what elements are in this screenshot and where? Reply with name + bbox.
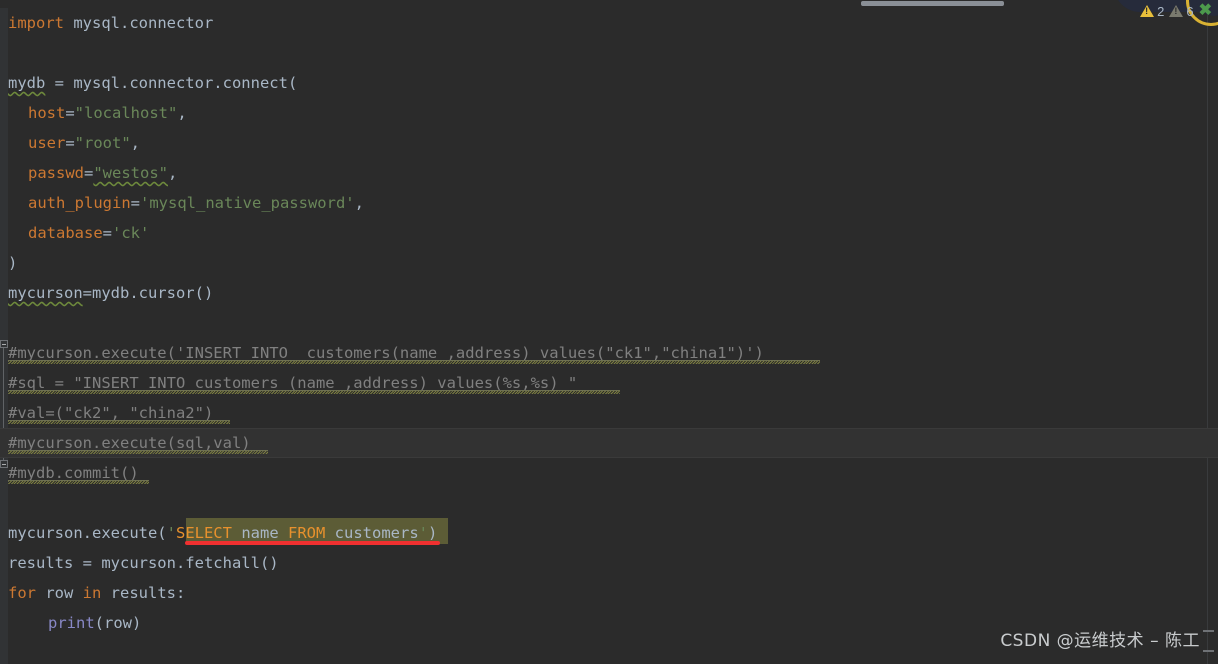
code-token: name — [241, 524, 279, 542]
comment-squiggle — [8, 421, 230, 424]
code-line[interactable]: results = mycurson.fetchall() — [8, 548, 279, 578]
code-token: "westos" — [93, 164, 168, 182]
weak-warning-group[interactable]: 6 — [1169, 3, 1194, 19]
code-token: mydb — [8, 74, 46, 92]
red-annotation-underline — [185, 541, 440, 545]
code-token: "root" — [74, 134, 131, 152]
code-line[interactable]: ) — [8, 248, 17, 278]
code-token: = mysql.connector.connect( — [45, 74, 298, 92]
code-token: (row) — [94, 614, 142, 632]
code-line[interactable]: print(row) — [48, 608, 141, 638]
code-token: = — [84, 164, 94, 182]
code-token: , — [130, 134, 141, 152]
code-line[interactable]: database='ck' — [28, 218, 149, 248]
code-token: customers — [334, 524, 419, 542]
code-token: =mydb.cursor() — [82, 284, 214, 302]
comment-squiggle — [8, 451, 268, 454]
weak-warning-triangle-icon — [1169, 5, 1184, 17]
code-token: 'ck' — [112, 224, 150, 242]
code-token: ' — [418, 524, 429, 542]
comment-squiggle — [8, 481, 149, 484]
code-token: row — [36, 584, 83, 602]
code-token: for — [8, 584, 36, 602]
code-token: passwd — [28, 164, 84, 182]
code-token: results = mycurson.fetchall() — [8, 554, 279, 572]
weak-warning-count: 6 — [1186, 3, 1194, 19]
code-token: import — [8, 14, 64, 32]
code-editor[interactable]: import mysql.connector mydb = mysql.conne… — [0, 0, 1218, 664]
code-text-area[interactable]: import mysql.connector mydb = mysql.conne… — [0, 0, 1218, 664]
code-token: ) — [428, 524, 438, 542]
code-token: = — [65, 134, 75, 152]
code-line[interactable]: host="localhost", — [28, 98, 187, 128]
warning-triangle-icon — [1140, 5, 1155, 17]
code-token: host — [28, 104, 66, 122]
code-token: database — [28, 224, 103, 242]
code-token: = — [130, 194, 140, 212]
code-token: , — [177, 104, 187, 122]
code-line[interactable]: for row in results: — [8, 578, 185, 608]
code-token: user — [28, 134, 66, 152]
checkmark-icon[interactable]: ✖ — [1199, 3, 1212, 19]
code-token: ' — [166, 524, 176, 542]
code-token: mycurson.execute( — [8, 524, 167, 542]
scrollbar-tick-mark — [1203, 630, 1214, 632]
code-line[interactable]: passwd="westos", — [28, 158, 177, 188]
code-token: FROM — [288, 524, 326, 542]
code-token: mysql.connector — [73, 14, 214, 32]
code-line[interactable]: user="root", — [28, 128, 140, 158]
inspection-widget[interactable]: 2 6 ✖ — [1130, 0, 1218, 22]
code-token: results: — [101, 584, 186, 602]
warning-count: 2 — [1157, 3, 1165, 19]
code-line[interactable]: mydb = mysql.connector.connect( — [8, 68, 297, 98]
code-token: = — [65, 104, 75, 122]
horizontal-scrollbar-track[interactable] — [0, 0, 1218, 7]
code-token: auth_plugin — [28, 194, 131, 212]
code-token: = — [102, 224, 112, 242]
warning-group[interactable]: 2 — [1140, 4, 1164, 19]
code-token: in — [82, 584, 102, 602]
watermark-text: CSDN @运维技术 – 陈工 — [1000, 631, 1200, 651]
comment-squiggle — [8, 391, 620, 394]
code-token: SELECT — [175, 524, 232, 542]
code-token: , — [354, 194, 364, 212]
code-token: 'mysql_native_password' — [140, 194, 355, 212]
code-token: ) — [8, 254, 18, 272]
code-line[interactable]: mycurson=mydb.cursor() — [8, 278, 213, 308]
code-token: , — [168, 164, 178, 182]
scrollbar-tick-mark — [1203, 650, 1214, 652]
code-line[interactable]: auth_plugin='mysql_native_password', — [28, 188, 364, 218]
horizontal-scrollbar-thumb[interactable] — [861, 1, 1004, 6]
code-token: "localhost" — [74, 104, 178, 122]
comment-squiggle — [8, 361, 820, 364]
code-line[interactable]: import mysql.connector — [8, 8, 213, 38]
code-token: print — [48, 614, 95, 632]
code-token: mycurson — [8, 284, 83, 302]
